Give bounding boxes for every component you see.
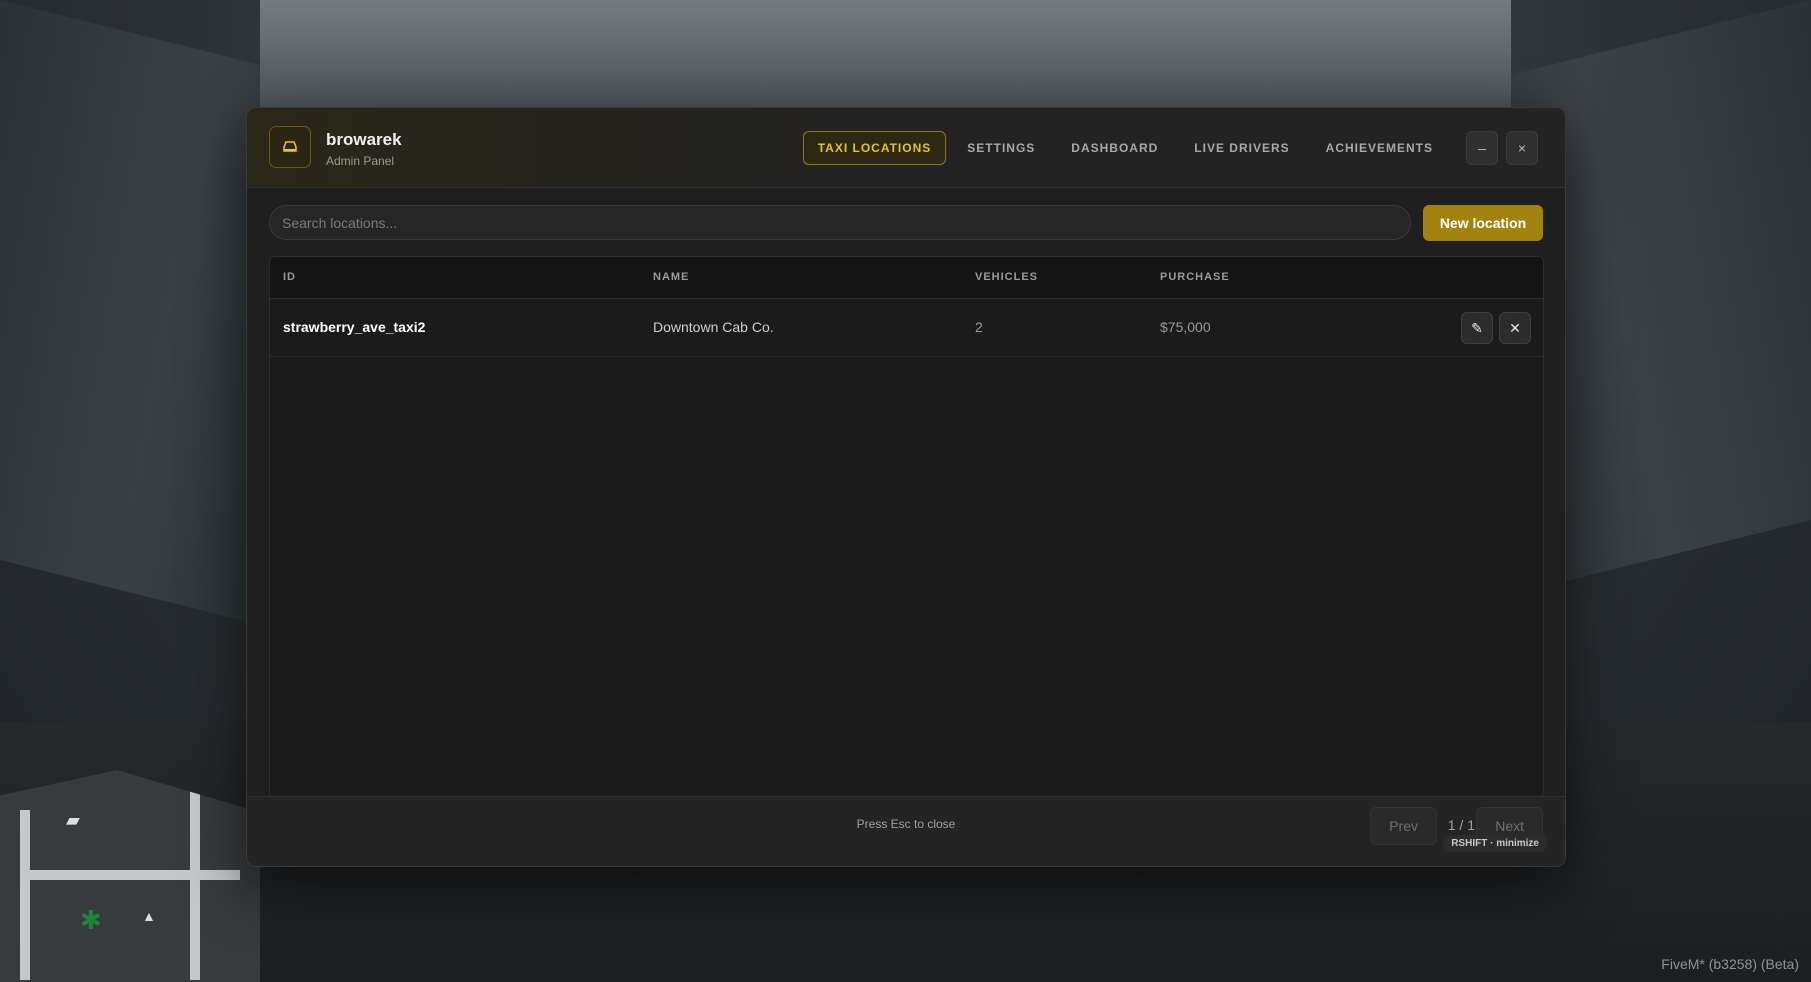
table-header: ID NAME VEHICLES PURCHASE — [270, 257, 1543, 299]
tab-live-drivers[interactable]: LIVE DRIVERS — [1179, 131, 1304, 165]
fivem-watermark: FiveM* (b3258) (Beta) — [1661, 956, 1799, 972]
edit-button[interactable]: ✎ — [1461, 312, 1493, 344]
briefcase-icon: ▰ — [66, 810, 80, 830]
prev-page-button[interactable]: Prev — [1370, 807, 1437, 845]
pencil-icon: ✎ — [1471, 319, 1483, 336]
tab-bar: TAXI LOCATIONS SETTINGS DASHBOARD LIVE D… — [802, 131, 1448, 165]
tab-settings[interactable]: SETTINGS — [952, 131, 1050, 165]
new-location-button[interactable]: New location — [1423, 205, 1543, 241]
panel-header: browarek Admin Panel TAXI LOCATIONS SETT… — [247, 108, 1565, 188]
admin-panel: browarek Admin Panel TAXI LOCATIONS SETT… — [246, 107, 1566, 867]
background-sky — [260, 0, 1511, 110]
cell-id: strawberry_ave_taxi2 — [283, 319, 426, 335]
cell-vehicles: 2 — [975, 319, 983, 335]
taxi-icon — [269, 126, 311, 168]
minimap: ▰ ✱ ▲ — [0, 770, 260, 982]
tab-achievements[interactable]: ACHIEVEMENTS — [1311, 131, 1448, 165]
player-arrow-icon: ▲ — [142, 908, 156, 924]
minimize-button[interactable]: – — [1466, 131, 1498, 165]
column-header-id[interactable]: ID — [283, 271, 296, 283]
column-header-purchase[interactable]: PURCHASE — [1160, 271, 1230, 283]
search-input[interactable] — [269, 205, 1411, 240]
minimize-shortcut-hint: RSHIFT · minimize — [1443, 835, 1547, 852]
tab-dashboard[interactable]: DASHBOARD — [1056, 131, 1173, 165]
locations-table: ID NAME VEHICLES PURCHASE strawberry_ave… — [269, 256, 1544, 798]
cell-name: Downtown Cab Co. — [653, 319, 774, 335]
tab-taxi-locations[interactable]: TAXI LOCATIONS — [802, 131, 947, 165]
page-indicator: 1 / 1 — [1447, 817, 1475, 833]
table-row[interactable]: strawberry_ave_taxi2 Downtown Cab Co. 2 … — [270, 299, 1543, 357]
close-button[interactable]: × — [1506, 131, 1538, 165]
hospital-icon: ✱ — [80, 905, 102, 935]
column-header-vehicles[interactable]: VEHICLES — [975, 271, 1038, 283]
panel-footer: Press Esc to close Prev 1 / 1 Next RSHIF… — [247, 796, 1565, 866]
column-header-name[interactable]: NAME — [653, 271, 689, 283]
app-subtitle: Admin Panel — [326, 154, 395, 168]
app-title: browarek — [326, 130, 402, 149]
delete-button[interactable]: ✕ — [1499, 312, 1531, 344]
close-icon: ✕ — [1509, 319, 1521, 336]
cell-purchase: $75,000 — [1160, 319, 1211, 335]
background-building-left — [0, 0, 260, 625]
esc-hint: Press Esc to close — [856, 817, 956, 831]
